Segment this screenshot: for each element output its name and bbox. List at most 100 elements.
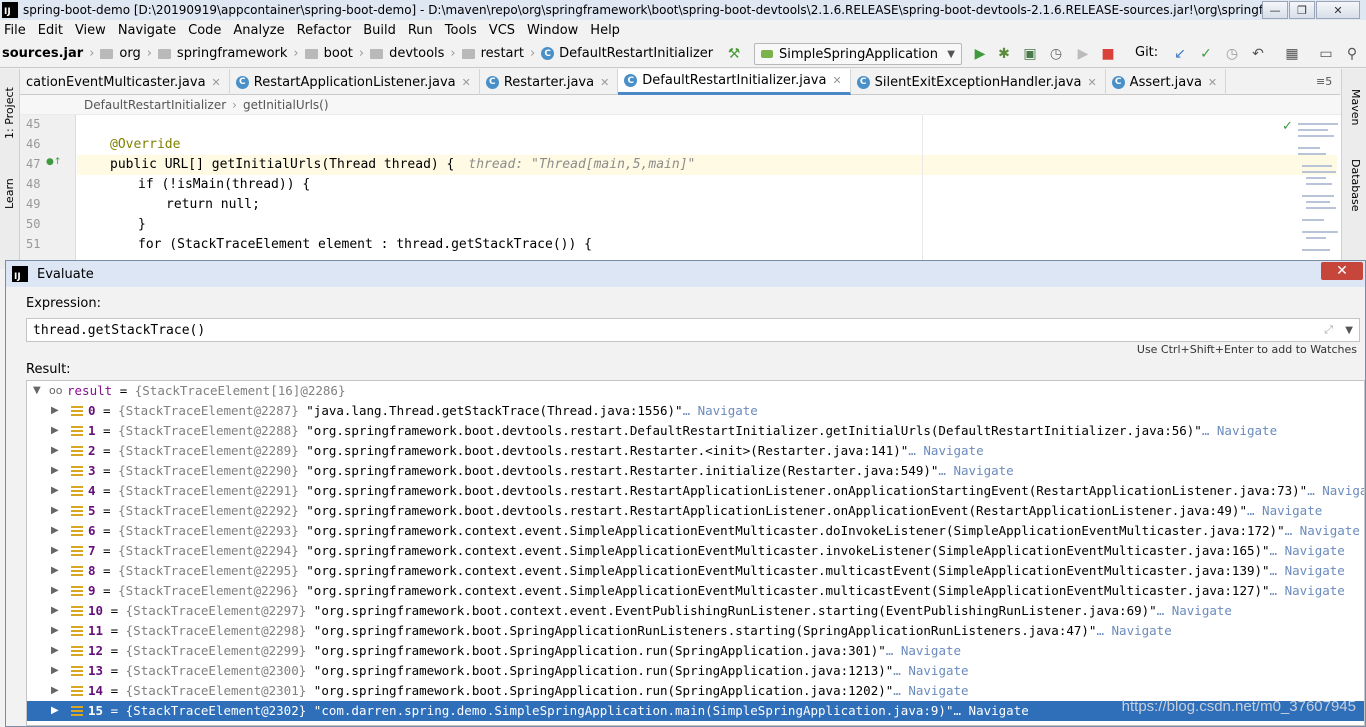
breadcrumb-current-class[interactable]: C DefaultRestartInitializer <box>541 46 713 61</box>
close-window-icon[interactable]: ✕ <box>1316 1 1360 19</box>
editor-tab[interactable]: C Restarter.java ✕ <box>480 69 619 95</box>
navigate-link[interactable]: Navigate <box>908 683 968 698</box>
breadcrumb-item[interactable]: springframework <box>157 46 287 61</box>
navigate-link[interactable]: Navigate <box>1285 583 1345 598</box>
breadcrumb-class[interactable]: DefaultRestartInitializer <box>84 98 226 112</box>
chevron-down-icon[interactable]: ▼ <box>33 381 41 401</box>
editor-tab[interactable]: C RestartApplicationListener.java ✕ <box>230 69 480 95</box>
menu-window[interactable]: Window <box>527 23 578 38</box>
chevron-right-icon[interactable]: ▶ <box>51 601 59 621</box>
git-update-icon[interactable]: ↙ <box>1172 46 1188 62</box>
git-history-icon[interactable]: ◷ <box>1224 46 1240 62</box>
chevron-right-icon[interactable]: ▶ <box>51 501 59 521</box>
menu-build[interactable]: Build <box>363 23 396 38</box>
stack-trace-row[interactable]: ▶ 7 = {StackTraceElement@2294} "org.sprin… <box>27 541 1364 561</box>
chevron-right-icon[interactable]: ▶ <box>51 621 59 641</box>
close-tab-icon[interactable]: ✕ <box>462 76 471 89</box>
git-rollback-icon[interactable]: ↶ <box>1250 46 1266 62</box>
run-configuration-select[interactable]: SimpleSpringApplication ▼ <box>754 43 962 65</box>
close-tab-icon[interactable]: ✕ <box>600 76 609 89</box>
evaluate-titlebar[interactable]: IJ Evaluate ✕ <box>6 261 1365 287</box>
stack-trace-row[interactable]: ▶ 0 = {StackTraceElement@2287} "java.lang… <box>27 401 1364 421</box>
chevron-right-icon[interactable]: ▶ <box>51 681 59 701</box>
chevron-right-icon[interactable]: ▶ <box>51 441 59 461</box>
database-tool-button[interactable]: Database <box>1349 159 1362 212</box>
expand-expression-icon[interactable]: ⤢ <box>1324 323 1333 337</box>
navigate-link[interactable]: Navigate <box>953 463 1013 478</box>
menu-edit[interactable]: Edit <box>38 23 63 38</box>
stack-trace-row[interactable]: ▶ 13 = {StackTraceElement@2300} "org.spri… <box>27 661 1364 681</box>
chevron-right-icon[interactable]: ▶ <box>51 541 59 561</box>
editor-tab[interactable]: C SilentExitExceptionHandler.java ✕ <box>851 69 1106 95</box>
stack-trace-row[interactable]: ▶ 11 = {StackTraceElement@2298} "org.spri… <box>27 621 1364 641</box>
navigate-link[interactable]: Navigate <box>969 703 1029 718</box>
breadcrumb-item[interactable]: boot <box>304 46 353 61</box>
maven-tool-button[interactable]: Maven <box>1349 89 1362 125</box>
menu-code[interactable]: Code <box>188 23 221 38</box>
history-dropdown-icon[interactable]: ▼ <box>1345 325 1353 336</box>
close-tab-icon[interactable]: ✕ <box>1087 76 1096 89</box>
profile-icon[interactable]: ◷ <box>1048 46 1064 62</box>
stack-trace-row[interactable]: ▶ 9 = {StackTraceElement@2296} "org.sprin… <box>27 581 1364 601</box>
code-editor[interactable]: DefaultRestartInitializer › getInitialUr… <box>20 95 1341 260</box>
menu-analyze[interactable]: Analyze <box>233 23 284 38</box>
breadcrumb-method[interactable]: getInitialUrls() <box>243 98 329 112</box>
build-hammer-icon[interactable]: ⚒ <box>726 46 742 62</box>
chevron-right-icon[interactable]: ▶ <box>51 401 59 421</box>
close-icon[interactable]: ✕ <box>1321 262 1363 280</box>
git-commit-icon[interactable]: ✓ <box>1198 46 1214 62</box>
run-icon[interactable]: ▶ <box>972 46 988 62</box>
toggle-presentation-icon[interactable]: ▭ <box>1318 46 1334 62</box>
navigate-link[interactable]: Navigate <box>1285 563 1345 578</box>
learn-tool-button[interactable]: Learn <box>3 178 16 209</box>
project-structure-icon[interactable]: ▦ <box>1284 46 1300 62</box>
navigate-link[interactable]: Navigate <box>1112 623 1172 638</box>
menu-tools[interactable]: Tools <box>445 23 477 38</box>
breadcrumb-item[interactable]: devtools <box>370 46 444 61</box>
editor-tab[interactable]: C Assert.java ✕ <box>1106 69 1227 95</box>
stack-trace-row[interactable]: ▶ 8 = {StackTraceElement@2295} "org.sprin… <box>27 561 1364 581</box>
chevron-right-icon[interactable]: ▶ <box>51 561 59 581</box>
result-tree[interactable]: ▼ oo result = {StackTraceElement[16]@228… <box>26 380 1365 726</box>
navigate-link[interactable]: Navigate <box>908 663 968 678</box>
search-everywhere-icon[interactable]: ⚲ <box>1344 46 1360 62</box>
expression-input[interactable]: thread.getStackTrace() ⤢ ▼ <box>26 318 1360 342</box>
menu-file[interactable]: File <box>4 23 26 38</box>
navigate-link[interactable]: Navigate <box>1285 543 1345 558</box>
breadcrumb-item[interactable]: restart <box>461 46 524 61</box>
tab-overflow-menu[interactable]: ≡5 <box>1316 75 1332 88</box>
stack-trace-row[interactable]: ▶ 3 = {StackTraceElement@2290} "org.sprin… <box>27 461 1364 481</box>
navigate-link[interactable]: Navigate <box>698 403 758 418</box>
stack-trace-row[interactable]: ▶ 6 = {StackTraceElement@2293} "org.sprin… <box>27 521 1364 541</box>
chevron-right-icon[interactable]: ▶ <box>51 661 59 681</box>
chevron-right-icon[interactable]: ▶ <box>51 701 59 721</box>
navigate-link[interactable]: Navigate <box>1217 423 1277 438</box>
restore-icon[interactable]: ❐ <box>1289 1 1315 19</box>
chevron-right-icon[interactable]: ▶ <box>51 581 59 601</box>
chevron-right-icon[interactable]: ▶ <box>51 421 59 441</box>
editor-tab[interactable]: C DefaultRestartInitializer.java ✕ <box>618 69 851 95</box>
stack-trace-row[interactable]: ▶ 2 = {StackTraceElement@2289} "org.sprin… <box>27 441 1364 461</box>
minimize-icon[interactable]: — <box>1262 1 1288 19</box>
project-tool-button[interactable]: 1: Project <box>3 87 16 139</box>
navigate-link[interactable]: Navigate <box>1300 523 1360 538</box>
stack-trace-row[interactable]: ▶ 1 = {StackTraceElement@2288} "org.sprin… <box>27 421 1364 441</box>
navigate-link[interactable]: Navigate <box>1172 603 1232 618</box>
result-root-row[interactable]: ▼ oo result = {StackTraceElement[16]@228… <box>27 381 1364 401</box>
navigate-link[interactable]: Navigate <box>901 643 961 658</box>
menu-view[interactable]: View <box>75 23 106 38</box>
navigate-link[interactable]: Navigate <box>1262 503 1322 518</box>
close-tab-icon[interactable]: ✕ <box>212 76 221 89</box>
navigate-link[interactable]: Navigate <box>923 443 983 458</box>
stack-trace-row[interactable]: ▶ 5 = {StackTraceElement@2292} "org.sprin… <box>27 501 1364 521</box>
stack-trace-row[interactable]: ▶ 4 = {StackTraceElement@2291} "org.sprin… <box>27 481 1364 501</box>
close-tab-icon[interactable]: ✕ <box>832 74 841 87</box>
run-with-coverage-icon[interactable]: ▣ <box>1022 46 1038 62</box>
breadcrumb-item[interactable]: sources.jar <box>2 46 83 61</box>
menu-help[interactable]: Help <box>590 23 620 38</box>
stack-trace-row[interactable]: ▶ 10 = {StackTraceElement@2297} "org.spri… <box>27 601 1364 621</box>
chevron-right-icon[interactable]: ▶ <box>51 481 59 501</box>
debug-icon[interactable]: ✱ <box>996 46 1012 62</box>
menu-run[interactable]: Run <box>408 23 433 38</box>
editor-tab[interactable]: cationEventMulticaster.java ✕ <box>20 69 230 95</box>
